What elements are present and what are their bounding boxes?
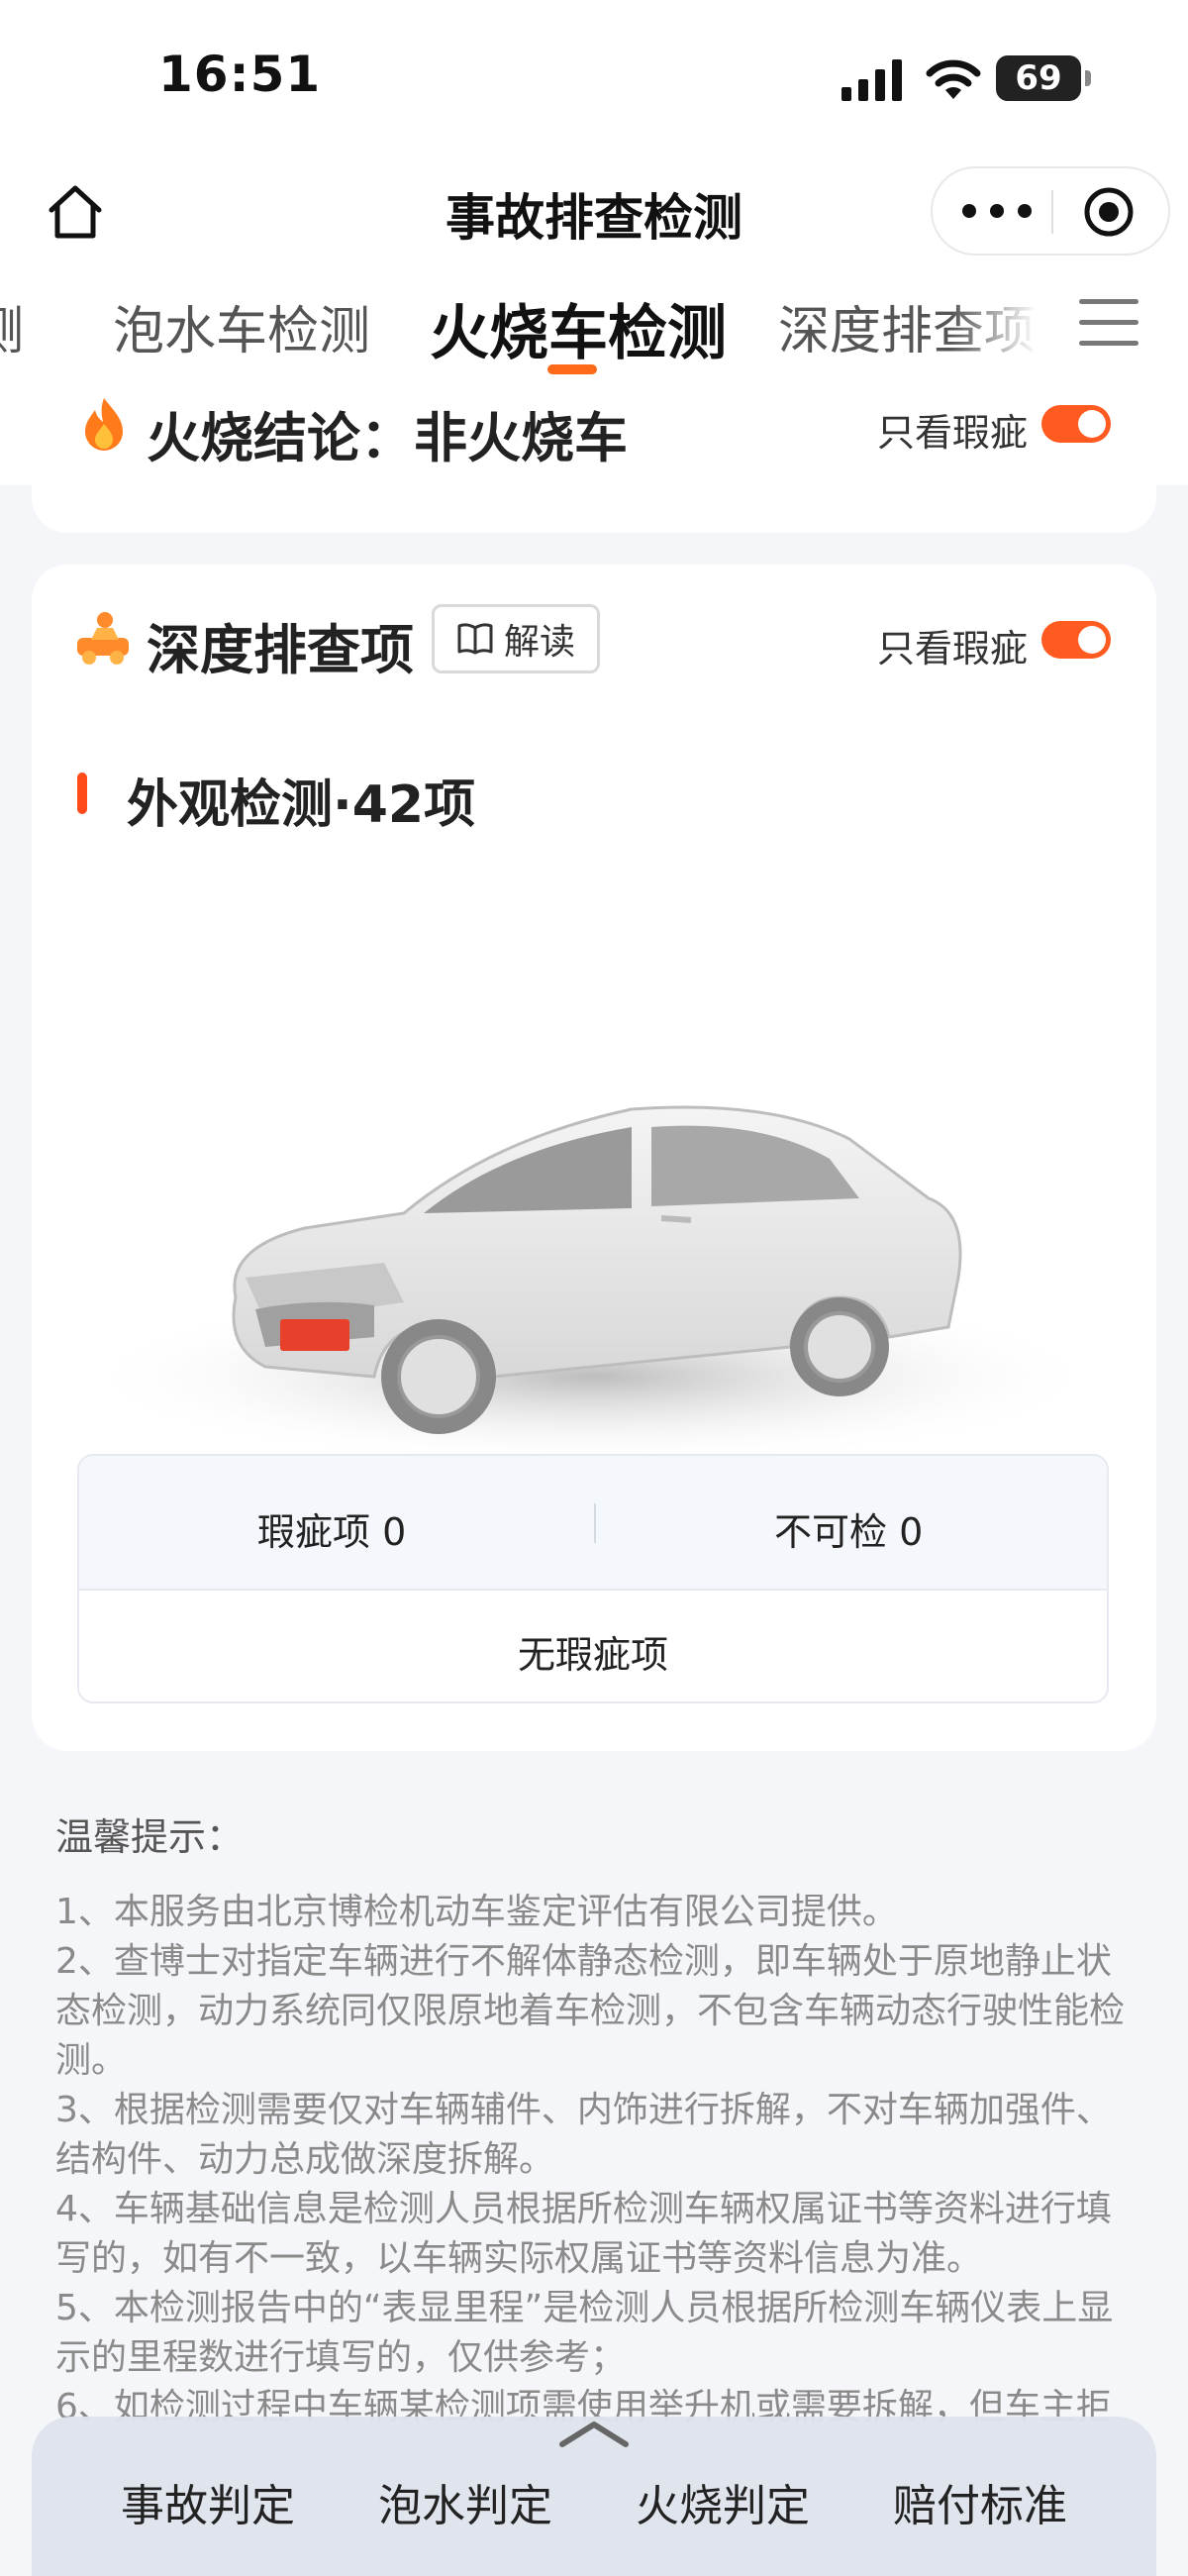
deep-check-title: 深度排查项 — [147, 619, 414, 681]
car-illustration — [77, 1105, 1107, 1466]
tips-list: 1、本服务由北京博检机动车鉴定评估有限公司提供。 2、查博士对指定车辆进行不解体… — [55, 1888, 1135, 2432]
bottom-tab-accident[interactable]: 事故判定 — [121, 2470, 295, 2533]
only-defect-label: 只看瑕疵 — [877, 627, 1029, 670]
battery-indicator: 69 — [996, 55, 1091, 101]
no-defect-text: 无瑕疵项 — [517, 1633, 668, 1677]
read-button-label: 解读 — [503, 622, 575, 663]
defect-stats-box: 瑕疵项 0 不可检 0 无瑕疵项 — [77, 1454, 1109, 1703]
tip-item: 3、根据检测需要仅对车辆辅件、内饰进行拆解，不对车辆加强件、结构件、动力总成做深… — [55, 2090, 1112, 2180]
more-icon[interactable] — [962, 188, 1032, 234]
fire-conclusion: 火烧结论：非火烧车 — [147, 407, 628, 469]
battery-level: 69 — [1015, 58, 1062, 98]
section-marker — [77, 773, 87, 814]
only-defect-label: 只看瑕疵 — [877, 411, 1029, 455]
tips-title: 温馨提示： — [55, 1815, 245, 1859]
flame-icon — [85, 398, 123, 451]
chevron-up-icon[interactable] — [554, 2417, 634, 2450]
tip-item: 4、车辆基础信息是检测人员根据所检测车辆权属证书等资料进行填写的，如有不一致，以… — [55, 2189, 1112, 2279]
tip-item: 5、本检测报告中的“表显里程”是检测人员根据所检测车辆仪表上显示的里程数进行填写… — [55, 2288, 1114, 2378]
close-target-icon[interactable] — [1081, 184, 1137, 240]
book-icon — [457, 623, 493, 655]
only-defect-toggle[interactable] — [1041, 621, 1111, 659]
menu-icon[interactable] — [1079, 297, 1138, 349]
tab-fade — [950, 282, 1059, 381]
appearance-check-title: 外观检测·42项 — [127, 775, 476, 835]
active-tab-indicator — [547, 364, 597, 374]
cellular-signal-icon — [842, 59, 902, 101]
mechanic-icon — [77, 612, 129, 665]
bottom-tab-fire[interactable]: 火烧判定 — [636, 2470, 810, 2533]
tab-flood-check[interactable]: 泡水车检测 — [113, 289, 370, 363]
bottom-tab-flood[interactable]: 泡水判定 — [378, 2470, 552, 2533]
defect-count[interactable]: 瑕疵项 0 — [257, 1501, 406, 1556]
stats-header: 瑕疵项 0 不可检 0 — [79, 1456, 1107, 1591]
tip-item: 1、本服务由北京博检机动车鉴定评估有限公司提供。 — [55, 1892, 898, 1932]
tab-partial[interactable]: 测 — [0, 289, 24, 363]
tab-fire-check[interactable]: 火烧车检测 — [430, 285, 727, 371]
bottom-tab-compensation[interactable]: 赔付标准 — [893, 2470, 1067, 2533]
uncheckable-count[interactable]: 不可检 0 — [774, 1501, 923, 1556]
mini-program-capsule — [931, 166, 1170, 256]
wifi-icon — [926, 59, 981, 99]
read-button[interactable]: 解读 — [432, 604, 600, 673]
only-defect-toggle[interactable] — [1041, 405, 1111, 443]
tip-item: 2、查博士对指定车辆进行不解体静态检测，即车辆处于原地静止状态检测，动力系统同仅… — [55, 1941, 1126, 2081]
status-time: 16:51 — [158, 46, 322, 103]
